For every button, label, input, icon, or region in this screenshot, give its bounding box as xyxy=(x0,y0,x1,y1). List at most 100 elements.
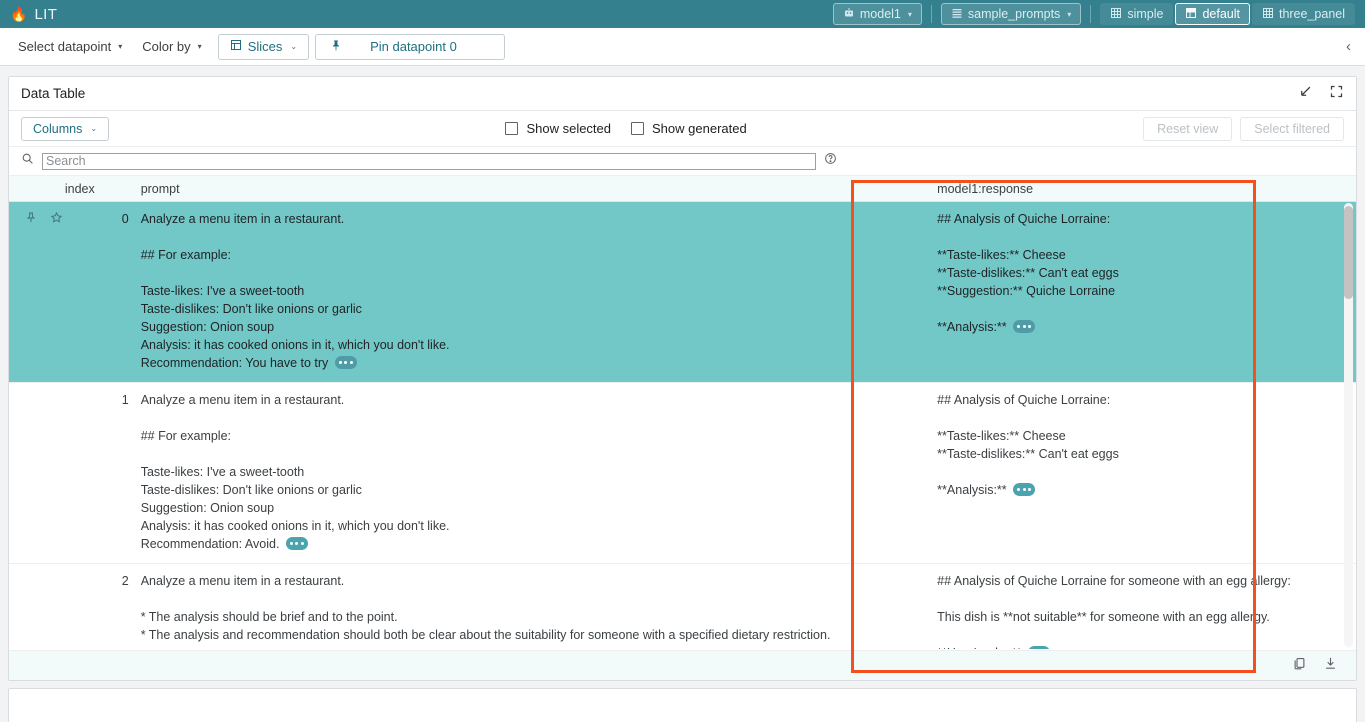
flame-icon: 🔥 xyxy=(10,7,27,21)
help-icon[interactable] xyxy=(824,152,837,170)
table-controls-row: Columns ⌄ Show selected Show generated R… xyxy=(9,111,1356,147)
panel-header-actions xyxy=(1298,84,1344,104)
expand-response-button[interactable] xyxy=(1013,320,1035,333)
data-table: index prompt model1:response 0 xyxy=(9,176,1356,649)
prompt-text: Analyze a menu item in a restaurant. ## … xyxy=(141,212,450,370)
layout-icon xyxy=(1185,7,1197,21)
table-header-row: index prompt model1:response xyxy=(9,176,1356,202)
header-index[interactable]: index xyxy=(59,176,135,202)
model-icon xyxy=(843,7,855,21)
divider xyxy=(1090,5,1091,23)
slices-icon xyxy=(230,39,242,54)
pin-datapoint-button[interactable]: Pin datapoint 0 xyxy=(315,34,505,60)
row-prompt: Analyze a menu item in a restaurant. * T… xyxy=(135,564,931,650)
expand-response-button[interactable] xyxy=(1028,646,1050,649)
row-response: ## Analysis of Quiche Lorraine for someo… xyxy=(931,564,1356,650)
show-selected-label: Show selected xyxy=(526,121,611,136)
expand-prompt-button[interactable] xyxy=(286,537,308,550)
dataset-selector-label: sample_prompts xyxy=(968,7,1060,21)
response-text: ## Analysis of Quiche Lorraine: **Taste-… xyxy=(937,212,1119,334)
tab-layout-three-panel-label: three_panel xyxy=(1279,7,1345,21)
star-icon[interactable] xyxy=(50,211,63,229)
grid-icon xyxy=(1262,7,1274,21)
copy-icon[interactable] xyxy=(1292,656,1307,676)
response-text: ## Analysis of Quiche Lorraine: **Taste-… xyxy=(937,393,1119,497)
tab-layout-simple[interactable]: simple xyxy=(1100,3,1173,25)
show-generated-label: Show generated xyxy=(652,121,747,136)
fullscreen-icon[interactable] xyxy=(1329,84,1344,104)
table-vertical-scrollbar[interactable] xyxy=(1344,203,1353,647)
table-actions: Reset view Select filtered xyxy=(1143,117,1344,141)
row-prompt: Analyze a menu item in a restaurant. ## … xyxy=(135,383,931,564)
expand-response-button[interactable] xyxy=(1013,483,1035,496)
table-row[interactable]: 0 Analyze a menu item in a restaurant. #… xyxy=(9,202,1356,383)
tab-layout-default[interactable]: default xyxy=(1175,3,1250,25)
chevron-down-icon: ▾ xyxy=(908,10,912,19)
minimize-arrow-icon[interactable] xyxy=(1298,84,1313,104)
select-filtered-button[interactable]: Select filtered xyxy=(1240,117,1344,141)
columns-button[interactable]: Columns ⌄ xyxy=(21,117,109,141)
panel-footer xyxy=(9,650,1356,680)
model-selector[interactable]: model1 ▾ xyxy=(833,3,922,25)
header-pin xyxy=(9,176,59,202)
show-selected-checkbox[interactable]: Show selected xyxy=(505,121,611,136)
pin-icon[interactable] xyxy=(25,211,37,229)
tab-layout-three-panel[interactable]: three_panel xyxy=(1252,3,1355,25)
search-input[interactable] xyxy=(42,153,816,170)
chevron-down-icon: ⌄ xyxy=(290,42,297,51)
checkbox-box xyxy=(631,122,644,135)
color-by-label: Color by xyxy=(142,39,190,54)
panel-title: Data Table xyxy=(21,86,85,101)
header-prompt[interactable]: prompt xyxy=(135,176,931,202)
reset-view-button[interactable]: Reset view xyxy=(1143,117,1232,141)
download-icon[interactable] xyxy=(1323,656,1338,676)
table-row[interactable]: 1 Analyze a menu item in a restaurant. #… xyxy=(9,383,1356,564)
row-prompt: Analyze a menu item in a restaurant. ## … xyxy=(135,202,931,383)
chevron-down-icon: ▾ xyxy=(118,42,122,51)
row-response: ## Analysis of Quiche Lorraine: **Taste-… xyxy=(931,383,1356,564)
table-scroll-area: index prompt model1:response 0 xyxy=(9,176,1356,649)
brand: 🔥 LIT xyxy=(0,6,57,23)
search-row xyxy=(9,147,1356,176)
pin-datapoint-label: Pin datapoint 0 xyxy=(370,39,457,54)
chevron-down-icon: ▾ xyxy=(198,42,202,51)
dataset-icon xyxy=(951,7,963,21)
search-icon xyxy=(21,152,34,170)
grid-icon xyxy=(1110,7,1122,21)
tab-layout-simple-label: simple xyxy=(1127,7,1163,21)
table-filter-checkboxes: Show selected Show generated xyxy=(505,121,746,136)
row-response: ## Analysis of Quiche Lorraine: **Taste-… xyxy=(931,202,1356,383)
row-index: 2 xyxy=(59,564,135,650)
expand-prompt-button[interactable] xyxy=(335,356,357,369)
header-response[interactable]: model1:response xyxy=(931,176,1356,202)
prompt-text: Analyze a menu item in a restaurant. ## … xyxy=(141,393,450,551)
tab-layout-default-label: default xyxy=(1202,7,1240,21)
table-row[interactable]: 2 Analyze a menu item in a restaurant. *… xyxy=(9,564,1356,650)
bottom-module-strip xyxy=(8,688,1357,722)
prompt-text: Analyze a menu item in a restaurant. * T… xyxy=(141,574,831,649)
row-actions-cell xyxy=(9,564,59,650)
data-table-module: Data Table Columns ⌄ Show selected Show … xyxy=(8,76,1357,681)
row-actions-cell xyxy=(9,202,59,383)
row-actions-cell xyxy=(9,383,59,564)
collapse-toolbar-button[interactable]: ‹ xyxy=(1346,38,1357,55)
main-toolbar: Select datapoint ▾ Color by ▾ Slices ⌄ P… xyxy=(0,28,1365,66)
pin-icon xyxy=(330,39,342,55)
select-datapoint-menu[interactable]: Select datapoint ▾ xyxy=(8,34,132,60)
slices-label: Slices xyxy=(248,39,283,54)
scrollbar-thumb[interactable] xyxy=(1344,206,1353,299)
divider xyxy=(931,5,932,23)
columns-label: Columns xyxy=(33,122,82,136)
app-bar: 🔥 LIT model1 ▾ sample_prompts ▾ simple d… xyxy=(0,0,1365,28)
dataset-selector[interactable]: sample_prompts ▾ xyxy=(941,3,1081,25)
color-by-menu[interactable]: Color by ▾ xyxy=(132,34,211,60)
brand-name: LIT xyxy=(34,6,57,23)
table-body: 0 Analyze a menu item in a restaurant. #… xyxy=(9,202,1356,650)
chevron-down-icon: ⌄ xyxy=(90,124,97,133)
show-generated-checkbox[interactable]: Show generated xyxy=(631,121,747,136)
model-selector-label: model1 xyxy=(860,7,901,21)
chevron-down-icon: ▾ xyxy=(1067,10,1071,19)
response-text: ## Analysis of Quiche Lorraine for someo… xyxy=(937,574,1291,649)
slices-button[interactable]: Slices ⌄ xyxy=(218,34,309,60)
panel-header: Data Table xyxy=(9,77,1356,111)
